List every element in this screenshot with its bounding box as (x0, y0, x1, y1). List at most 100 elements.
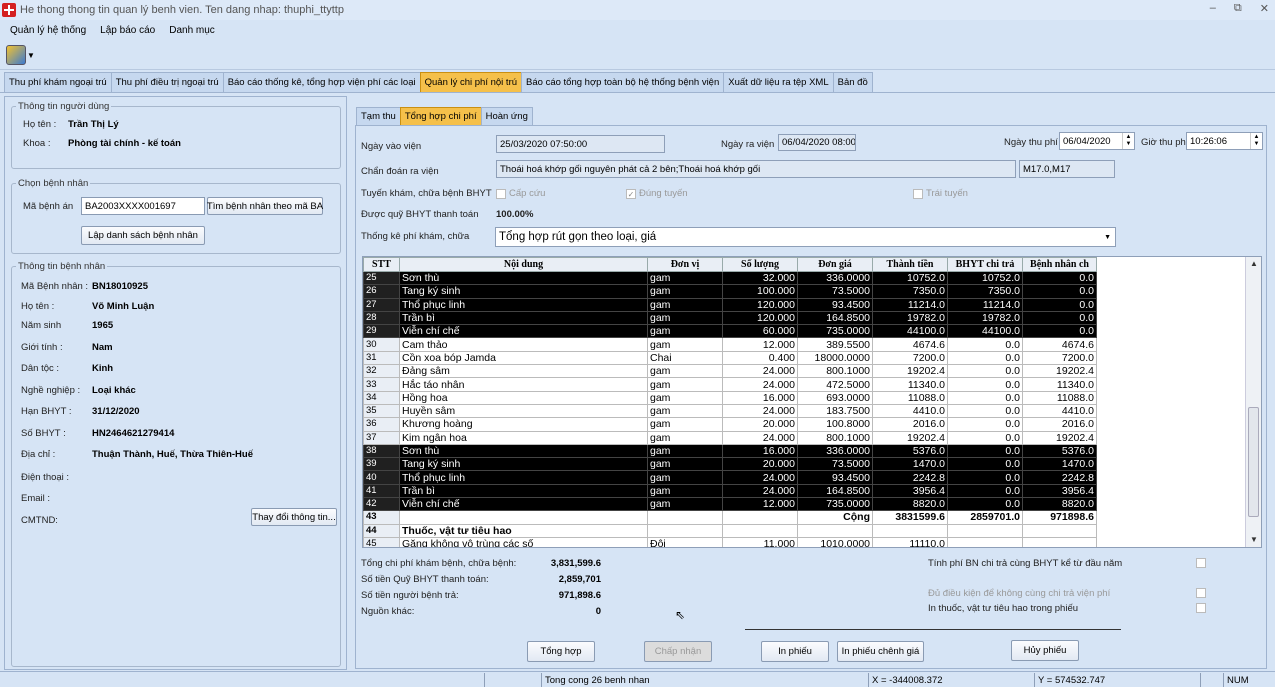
col-quantity[interactable]: Số lượng (722, 257, 798, 272)
table-row[interactable]: 28 Trần bì gam 120.000 164.8500 19782.0 19782.… (363, 310, 1244, 326)
table-row[interactable]: 27 Thổ phục linh gam 120.000 93.4500 11214.0 1… (363, 297, 1244, 312)
table-row[interactable]: 35 Huyền sâm gam 24.000 183.7500 4410.0 0.0 441… (363, 403, 1244, 419)
tab-export-xml[interactable]: Xuất dữ liệu ra tệp XML (723, 72, 834, 92)
cell-quantity: 16.000 (722, 443, 798, 459)
user-info-group: Thông tin người dùng (11, 101, 341, 169)
option-exempt-checkbox[interactable] (1196, 588, 1206, 598)
stat-mode-select[interactable]: Tổng hợp rút gọn theo loại, giá ▼ (495, 227, 1116, 247)
correct-route-checkbox-label: Đúng tuyến (639, 188, 688, 199)
tab-refund[interactable]: Hoàn ứng (480, 107, 533, 125)
table-row[interactable]: 29 Viễn chí chế gam 60.000 735.0000 44100.0 44… (363, 324, 1244, 339)
menu-reports[interactable]: Lập báo cáo (100, 25, 155, 36)
table-row[interactable]: 34 Hồng hoa gam 16.000 693.0000 11088.0 0.0 110… (363, 390, 1244, 405)
option-print-supplies-checkbox[interactable] (1196, 603, 1206, 613)
cell-filler (1096, 311, 1244, 325)
status-y-coordinate: Y = 574532.747 (1034, 673, 1199, 687)
table-row[interactable]: 40 Thổ phục linh gam 24.000 93.4500 2242.8 0.0… (363, 470, 1244, 485)
menu-system[interactable]: Quản lý hệ thống (10, 25, 86, 36)
phone-row: Điện thoại : (21, 472, 69, 483)
tab-inpatient-cost[interactable]: Quản lý chi phí nội trú (419, 72, 523, 92)
change-info-button[interactable]: Thay đổi thông tin... (251, 508, 337, 526)
cell-quantity: 24.000 (722, 403, 798, 419)
cell-total: 11110.0 (872, 536, 948, 547)
print-price-diff-button[interactable]: In phiếu chênh giá (837, 641, 924, 662)
col-unit-price[interactable]: Đơn giá (797, 257, 873, 272)
address-row: Địa chỉ : Thuận Thành, Huế, Thừa Thiên-Hu… (21, 449, 253, 460)
table-row[interactable]: 38 Sơn thù gam 16.000 336.0000 5376.0 0.0 5376.… (363, 443, 1244, 459)
tab-statistics-report[interactable]: Báo cáo thống kê, tổng hợp viện phí các … (222, 72, 421, 92)
pay-date-spinner[interactable]: ▲ ▼ (1122, 133, 1134, 149)
cell-stt: 30 (363, 337, 400, 352)
correct-route-checkbox[interactable]: ✓ Đúng tuyến (626, 188, 688, 199)
tab-hospital-summary-report[interactable]: Báo cáo tổng hợp toàn bộ hệ thống bệnh v… (521, 72, 725, 92)
cancel-receipt-button[interactable]: Hủy phiếu (1011, 640, 1079, 661)
col-patient-pays[interactable]: Bệnh nhân ch (1022, 257, 1097, 272)
find-patient-button[interactable]: Tìm bệnh nhân theo mã BA (207, 197, 323, 215)
status-cell-blank (1200, 673, 1222, 687)
table-row[interactable]: 33 Hắc táo nhân gam 24.000 472.5000 11340.0 0.… (363, 377, 1244, 392)
scroll-up-icon[interactable]: ▲ (1246, 257, 1261, 271)
cell-patient: 7200.0 (1022, 350, 1097, 366)
pay-date-field[interactable]: 06/04/2020 ▲ ▼ (1059, 132, 1135, 150)
scroll-down-icon[interactable]: ▼ (1246, 533, 1261, 547)
option-cumulative-checkbox[interactable] (1196, 558, 1206, 568)
occupation-value: Loại khác (92, 385, 136, 396)
diagnosis-field[interactable]: Thoái hoá khớp gối nguyên phát cả 2 bên;… (496, 160, 1016, 178)
menu-catalog[interactable]: Danh mục (169, 25, 215, 36)
tab-map[interactable]: Bản đồ (832, 72, 873, 92)
emergency-checkbox[interactable]: Cấp cứu (496, 188, 545, 199)
table-row[interactable]: 41 Trần bì gam 24.000 164.8500 3956.4 0.0 3956.… (363, 483, 1244, 499)
emergency-checkbox-box (496, 188, 506, 199)
col-content[interactable]: Nội dung (399, 257, 648, 272)
col-bhyt-pays[interactable]: BHYT chi trả (947, 257, 1023, 272)
table-row[interactable]: 25 Sơn thù gam 32.000 336.0000 10752.0 10752.0… (363, 270, 1244, 286)
cell-filler (1096, 470, 1244, 485)
maximize-button[interactable]: ⧉ (1234, 2, 1242, 15)
summarize-button[interactable]: Tổng hợp (527, 641, 595, 662)
cell-unit-price: 800.1000 (797, 430, 873, 445)
patient-code-row: Mã Bệnh nhân : BN18010925 (21, 281, 148, 292)
table-row[interactable]: 30 Cam thảo gam 12.000 389.5500 4674.6 0.0 4674… (363, 337, 1244, 352)
col-unit[interactable]: Đơn vị (647, 257, 723, 272)
table-row[interactable]: 32 Đảng sâm gam 24.000 800.1000 19202.4 0.0 192… (363, 364, 1244, 379)
col-total[interactable]: Thành tiền (872, 257, 948, 272)
cell-unit: gam (647, 310, 723, 326)
list-patients-button[interactable]: Lập danh sách bệnh nhân (81, 226, 205, 245)
tool-button[interactable]: ▼ (6, 43, 42, 67)
record-code-label-row: Mã bệnh án (23, 201, 73, 212)
scroll-thumb[interactable] (1248, 407, 1259, 517)
tab-outpatient-exam-fee[interactable]: Thu phí khám ngoại trú (4, 72, 112, 92)
table-row[interactable]: 44 Thuốc, vật tư tiêu hao (363, 523, 1244, 538)
cell-total: 5376.0 (872, 443, 948, 459)
pay-time-spinner[interactable]: ▲ ▼ (1250, 133, 1262, 149)
diagnosis-code-field[interactable]: M17.0,M17 (1019, 160, 1115, 178)
route-label: Tuyến khám, chữa bệnh BHYT (361, 188, 492, 199)
discharge-date-field[interactable]: 06/04/2020 08:00 (778, 134, 856, 151)
cell-unit-price: Cộng (797, 510, 873, 525)
print-receipt-button[interactable]: In phiếu (761, 641, 829, 662)
tab-advance[interactable]: Tạm thu (356, 107, 401, 125)
wrong-route-checkbox[interactable]: Trái tuyến (913, 188, 968, 199)
vertical-scrollbar[interactable]: ▲ ▼ (1245, 257, 1261, 547)
cell-filler (1096, 484, 1244, 498)
table-row[interactable]: 37 Kim ngân hoa gam 24.000 800.1000 19202.4 0.… (363, 430, 1244, 445)
tab-cost-summary[interactable]: Tổng hợp chi phí (399, 107, 482, 125)
col-stt[interactable]: STT (363, 257, 400, 272)
accept-button[interactable]: Chấp nhận (644, 641, 712, 662)
table-row[interactable]: 42 Viễn chí chế gam 12.000 735.0000 8820.0 0.0… (363, 497, 1244, 512)
table-row[interactable]: 36 Khương hoàng gam 20.000 100.8000 2016.0 0.0… (363, 417, 1244, 432)
table-row[interactable]: 45 Găng không vô trùng các số Đôi 11.000 101… (363, 536, 1244, 547)
admit-date-field[interactable]: 25/03/2020 07:50:00 (496, 135, 665, 153)
table-row[interactable]: 39 Tang ký sinh gam 20.000 73.5000 1470.0 0.0 1… (363, 457, 1244, 472)
table-row[interactable]: 31 Cồn xoa bóp Jamda Chai 0.400 18000.0000 72… (363, 350, 1244, 366)
close-button[interactable]: ✕ (1260, 2, 1269, 15)
tab-outpatient-treatment-fee[interactable]: Thu phí điều trị ngoại trú (110, 72, 224, 92)
record-code-input[interactable]: BA2003XXXX001697 (81, 197, 205, 215)
table-row[interactable]: 43 Cộng 3831599.6 2859701.0 971898.6 (363, 510, 1244, 525)
cell-quantity: 16.000 (722, 390, 798, 405)
cell-stt: 44 (363, 523, 400, 538)
app-icon (2, 3, 16, 17)
minimize-button[interactable]: – (1210, 2, 1216, 15)
table-row[interactable]: 26 Tang ký sinh gam 100.000 73.5000 7350.0 735… (363, 284, 1244, 299)
pay-time-field[interactable]: 10:26:06 ▲ ▼ (1186, 132, 1263, 150)
